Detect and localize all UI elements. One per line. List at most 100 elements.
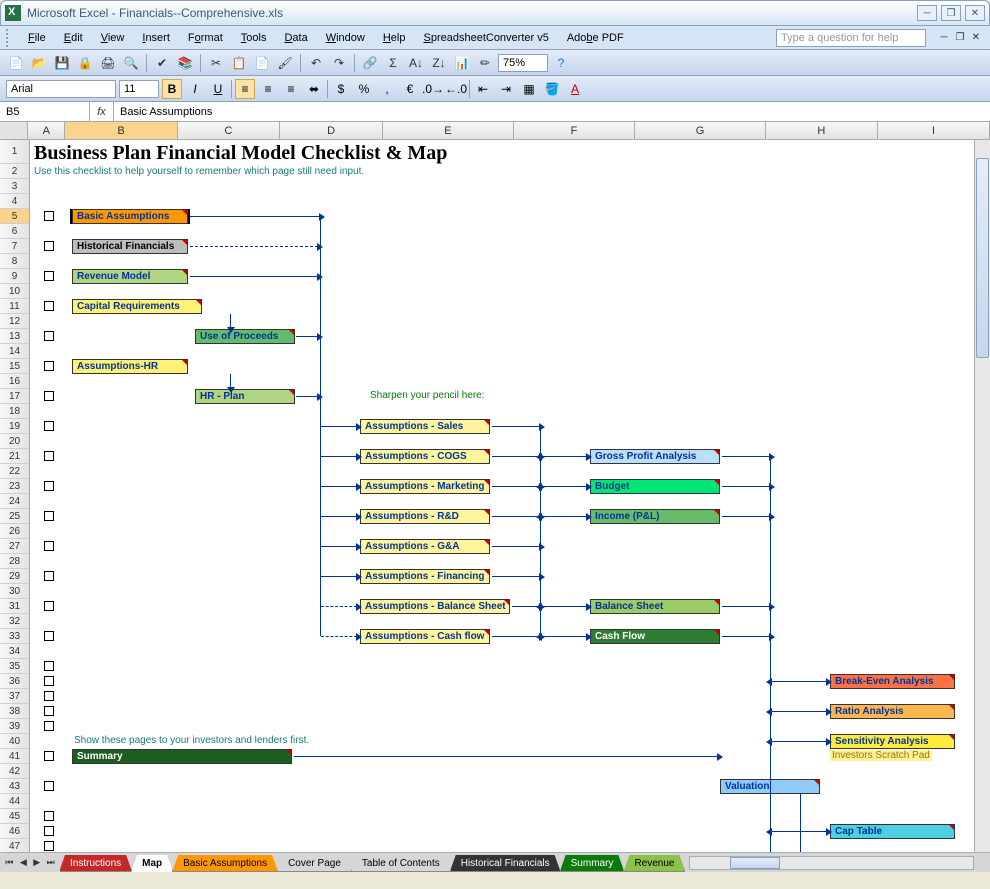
- row-header-36[interactable]: 36: [0, 674, 29, 689]
- tag-sensitivity-analysis[interactable]: Sensitivity Analysis: [830, 734, 955, 749]
- tag-assumptions-cash-flow[interactable]: Assumptions - Cash flow: [360, 629, 490, 644]
- tag-assumptions-financing[interactable]: Assumptions - Financing: [360, 569, 490, 584]
- percent-button[interactable]: %: [354, 79, 374, 99]
- row-header-44[interactable]: 44: [0, 794, 29, 809]
- doc-minimize-button[interactable]: ─: [936, 31, 952, 45]
- checkbox-row-37[interactable]: [44, 691, 54, 701]
- checkbox-row-9[interactable]: [44, 271, 54, 281]
- merge-center-button[interactable]: ⬌: [304, 79, 324, 99]
- research-icon[interactable]: 📚: [175, 53, 195, 73]
- redo-icon[interactable]: ↷: [329, 53, 349, 73]
- bold-button[interactable]: B: [162, 79, 182, 99]
- tag-income[interactable]: Income (P&L): [590, 509, 720, 524]
- menu-help[interactable]: Help: [375, 30, 414, 46]
- menu-insert[interactable]: Insert: [134, 30, 178, 46]
- checkbox-row-29[interactable]: [44, 571, 54, 581]
- borders-button[interactable]: ▦: [519, 79, 539, 99]
- tag-cash-flow[interactable]: Cash Flow: [590, 629, 720, 644]
- formula-input[interactable]: Basic Assumptions: [114, 106, 990, 118]
- row-header-4[interactable]: 4: [0, 194, 29, 209]
- tag-capital-requirements[interactable]: Capital Requirements: [72, 299, 202, 314]
- row-header-27[interactable]: 27: [0, 539, 29, 554]
- checkbox-row-36[interactable]: [44, 676, 54, 686]
- checkbox-row-5[interactable]: [44, 211, 54, 221]
- save-icon[interactable]: 💾: [52, 53, 72, 73]
- row-header-18[interactable]: 18: [0, 404, 29, 419]
- checkbox-row-31[interactable]: [44, 601, 54, 611]
- sheet-tab-map[interactable]: Map: [131, 855, 173, 872]
- menu-spreadsheetconverter[interactable]: SpreadsheetConverter v5: [415, 30, 556, 46]
- row-header-22[interactable]: 22: [0, 464, 29, 479]
- row-header-43[interactable]: 43: [0, 779, 29, 794]
- checkbox-row-13[interactable]: [44, 331, 54, 341]
- row-header-33[interactable]: 33: [0, 629, 29, 644]
- font-size-select[interactable]: 11: [119, 80, 159, 98]
- menu-adobepdf[interactable]: Adobe PDF: [559, 30, 632, 46]
- menu-file[interactable]: File: [20, 30, 54, 46]
- row-header-42[interactable]: 42: [0, 764, 29, 779]
- row-header-14[interactable]: 14: [0, 344, 29, 359]
- row-header-20[interactable]: 20: [0, 434, 29, 449]
- sheet-tab-summary[interactable]: Summary: [560, 855, 625, 872]
- help-icon[interactable]: ?: [551, 53, 571, 73]
- decrease-decimal-button[interactable]: ←.0: [446, 79, 466, 99]
- checkbox-row-35[interactable]: [44, 661, 54, 671]
- tab-nav-last-icon[interactable]: ⏭: [47, 857, 55, 868]
- menu-view[interactable]: View: [93, 30, 133, 46]
- align-left-button[interactable]: ≡: [235, 79, 255, 99]
- row-header-10[interactable]: 10: [0, 284, 29, 299]
- align-right-button[interactable]: ≡: [281, 79, 301, 99]
- row-header-23[interactable]: 23: [0, 479, 29, 494]
- row-header-1[interactable]: 1: [0, 140, 29, 164]
- tag-balance-sheet[interactable]: Balance Sheet: [590, 599, 720, 614]
- tag-break-even[interactable]: Break-Even Analysis: [830, 674, 955, 689]
- tag-assumptions-cogs[interactable]: Assumptions - COGS: [360, 449, 490, 464]
- format-painter-icon[interactable]: 🖌: [275, 53, 295, 73]
- checkbox-row-47[interactable]: [44, 841, 54, 851]
- column-header-f[interactable]: F: [514, 122, 635, 139]
- scroll-thumb[interactable]: [976, 158, 989, 358]
- new-icon[interactable]: 📄: [6, 53, 26, 73]
- row-header-3[interactable]: 3: [0, 179, 29, 194]
- tag-ratio-analysis[interactable]: Ratio Analysis: [830, 704, 955, 719]
- row-header-5[interactable]: 5: [0, 209, 29, 224]
- row-header-6[interactable]: 6: [0, 224, 29, 239]
- row-header-39[interactable]: 39: [0, 719, 29, 734]
- row-header-21[interactable]: 21: [0, 449, 29, 464]
- tag-basic-assumptions[interactable]: Basic Assumptions: [72, 209, 188, 224]
- underline-button[interactable]: U: [208, 79, 228, 99]
- decrease-indent-button[interactable]: ⇤: [473, 79, 493, 99]
- drawing-icon[interactable]: ✏: [475, 53, 495, 73]
- row-header-16[interactable]: 16: [0, 374, 29, 389]
- tab-nav-next-icon[interactable]: ▶: [33, 857, 40, 868]
- checkbox-row-39[interactable]: [44, 721, 54, 731]
- menu-tools[interactable]: Tools: [233, 30, 275, 46]
- select-all-corner[interactable]: [0, 122, 28, 139]
- tag-gross-profit[interactable]: Gross Profit Analysis: [590, 449, 720, 464]
- minimize-button[interactable]: ─: [917, 5, 937, 21]
- row-header-12[interactable]: 12: [0, 314, 29, 329]
- doc-close-button[interactable]: ✕: [968, 31, 984, 45]
- increase-indent-button[interactable]: ⇥: [496, 79, 516, 99]
- vertical-scrollbar[interactable]: [974, 140, 990, 872]
- menu-edit[interactable]: Edit: [56, 30, 91, 46]
- row-header-28[interactable]: 28: [0, 554, 29, 569]
- sheet-tab-table-of-contents[interactable]: Table of Contents: [351, 855, 451, 872]
- comma-button[interactable]: ,: [377, 79, 397, 99]
- tag-assumptions-rd[interactable]: Assumptions - R&D: [360, 509, 490, 524]
- fill-color-button[interactable]: 🪣: [542, 79, 562, 99]
- open-icon[interactable]: 📂: [29, 53, 49, 73]
- row-header-41[interactable]: 41: [0, 749, 29, 764]
- chart-icon[interactable]: 📊: [452, 53, 472, 73]
- sheet-tab-cover-page[interactable]: Cover Page: [277, 855, 352, 872]
- column-header-e[interactable]: E: [383, 122, 514, 139]
- tag-assumptions-marketing[interactable]: Assumptions - Marketing: [360, 479, 490, 494]
- column-header-c[interactable]: C: [178, 122, 281, 139]
- column-header-d[interactable]: D: [280, 122, 383, 139]
- sheet-tab-basic-assumptions[interactable]: Basic Assumptions: [172, 855, 278, 872]
- row-header-13[interactable]: 13: [0, 329, 29, 344]
- row-header-25[interactable]: 25: [0, 509, 29, 524]
- horizontal-scrollbar[interactable]: [689, 856, 974, 870]
- increase-decimal-button[interactable]: .0→: [423, 79, 443, 99]
- row-header-45[interactable]: 45: [0, 809, 29, 824]
